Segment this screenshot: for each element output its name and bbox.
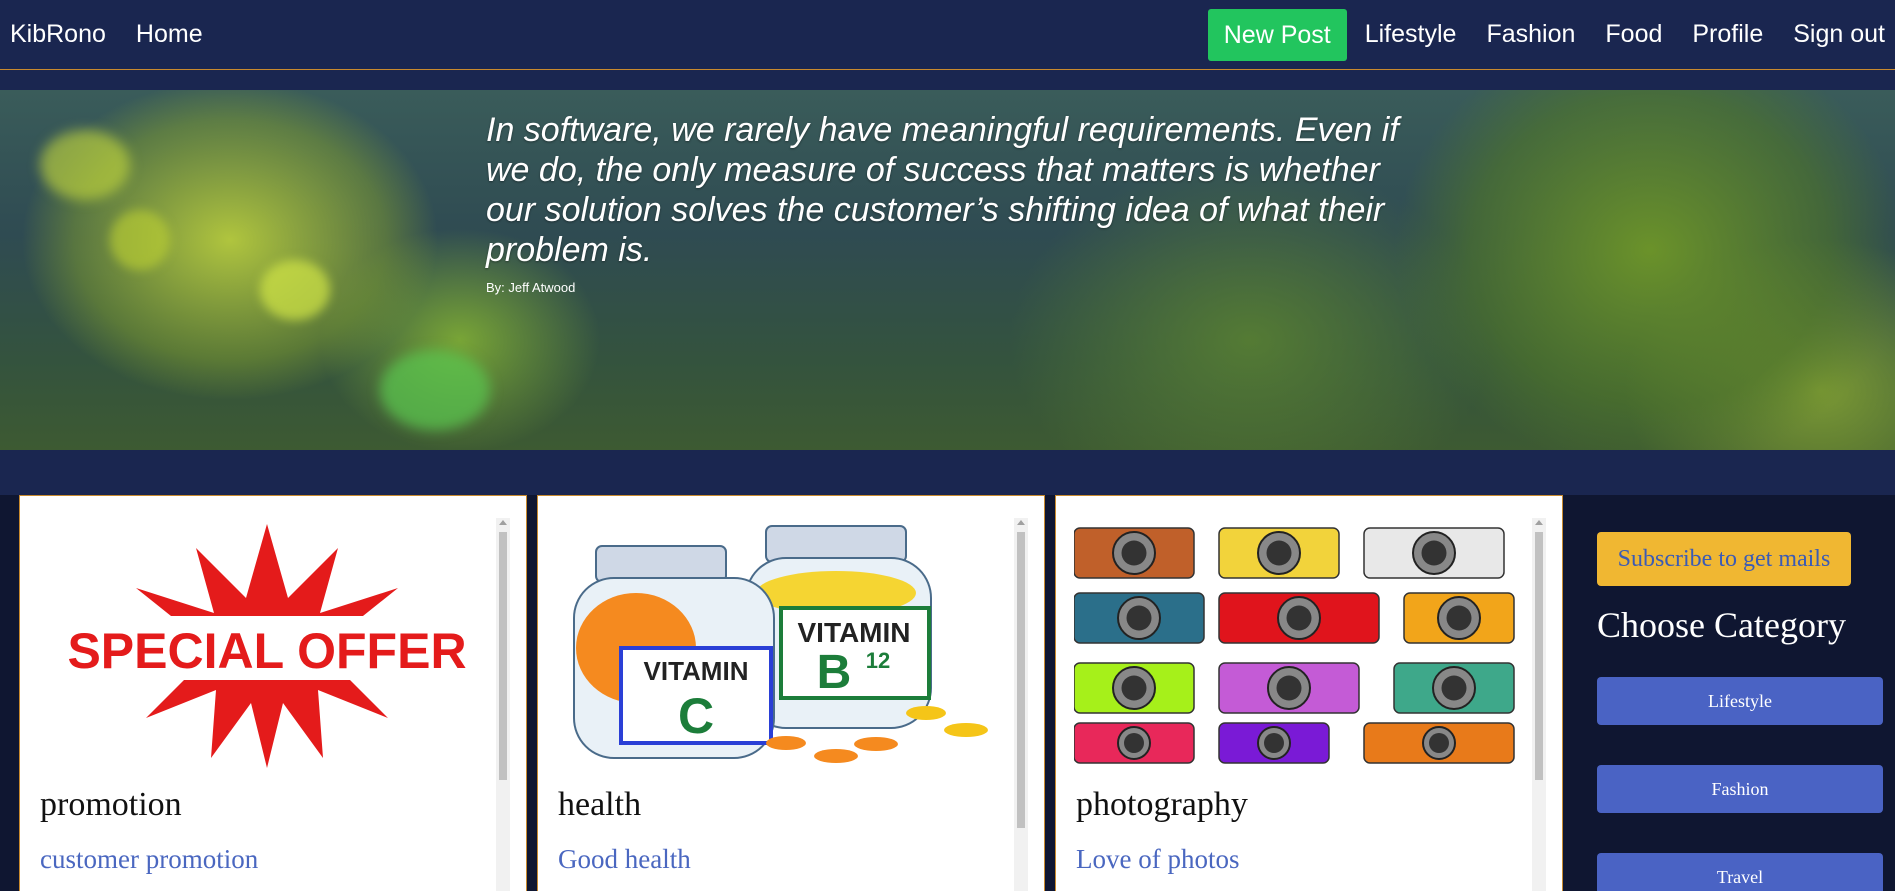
nav-link-fashion[interactable]: Fashion <box>1486 20 1575 49</box>
card-title: photography <box>1076 786 1248 823</box>
camera-illustration <box>1074 722 1195 764</box>
card-title: promotion <box>40 786 182 823</box>
top-navbar: KibRono Home New Post Lifestyle Fashion … <box>0 0 1895 70</box>
card-subtitle-link[interactable]: Love of photos <box>1076 844 1239 875</box>
camera-illustration <box>1393 662 1515 714</box>
nav-right: New Post Lifestyle Fashion Food Profile … <box>1178 8 1895 61</box>
category-button-fashion[interactable]: Fashion <box>1597 765 1883 813</box>
cameras-image[interactable] <box>1074 518 1532 768</box>
camera-illustration <box>1074 527 1195 579</box>
card-scrollbar[interactable] <box>1532 518 1546 891</box>
leaf-blur <box>40 130 130 200</box>
leaf-blur <box>260 260 330 320</box>
svg-text:C: C <box>678 688 714 744</box>
camera-illustration <box>1363 527 1505 579</box>
camera-illustration <box>1218 527 1340 579</box>
card-scrollbar[interactable] <box>1014 518 1028 891</box>
category-heading: Choose Category <box>1597 605 1846 645</box>
card-subtitle-link[interactable]: customer promotion <box>40 844 258 875</box>
camera-illustration <box>1074 662 1195 714</box>
vitamin-bottles-image[interactable]: VITAMIN B 12 VITAMIN C <box>556 518 1014 768</box>
post-card[interactable]: photography Love of photos <box>1055 495 1563 891</box>
nav-link-profile[interactable]: Profile <box>1692 20 1763 49</box>
svg-text:12: 12 <box>866 648 890 673</box>
nav-home-link[interactable]: Home <box>136 20 203 49</box>
category-button-lifestyle[interactable]: Lifestyle <box>1597 677 1883 725</box>
brand-link[interactable]: KibRono <box>10 20 106 49</box>
nav-left: KibRono Home <box>0 20 233 49</box>
leaf-blur <box>380 350 490 430</box>
camera-illustration <box>1403 592 1515 644</box>
special-offer-image[interactable]: SPECIAL OFFER <box>38 518 496 768</box>
svg-text:B: B <box>817 646 852 699</box>
card-scrollbar[interactable] <box>496 518 510 891</box>
hero-banner: In software, we rarely have meaningful r… <box>0 90 1895 450</box>
new-post-button[interactable]: New Post <box>1207 8 1347 61</box>
camera-illustration <box>1074 592 1205 644</box>
camera-illustration <box>1218 662 1360 714</box>
subscribe-button[interactable]: Subscribe to get mails <box>1597 532 1851 586</box>
nav-link-sign-out[interactable]: Sign out <box>1793 20 1885 49</box>
nav-link-lifestyle[interactable]: Lifestyle <box>1365 20 1457 49</box>
svg-text:VITAMIN: VITAMIN <box>644 656 749 686</box>
svg-text:SPECIAL OFFER: SPECIAL OFFER <box>67 623 466 679</box>
hero-quote: In software, we rarely have meaningful r… <box>486 111 1399 269</box>
post-card[interactable]: VITAMIN B 12 VITAMIN C health Good healt… <box>537 495 1045 891</box>
camera-illustration <box>1363 722 1515 764</box>
leaf-blur <box>110 210 170 270</box>
card-title: health <box>558 786 642 823</box>
nav-link-food[interactable]: Food <box>1605 20 1662 49</box>
category-button-travel[interactable]: Travel <box>1597 853 1883 891</box>
camera-illustration <box>1218 592 1380 644</box>
card-subtitle-link[interactable]: Good health <box>558 844 691 875</box>
hero-author: By: Jeff Atwood <box>486 280 576 295</box>
post-card[interactable]: SPECIAL OFFER promotion customer promoti… <box>19 495 527 891</box>
camera-illustration <box>1218 722 1330 764</box>
svg-text:VITAMIN: VITAMIN <box>797 617 910 648</box>
